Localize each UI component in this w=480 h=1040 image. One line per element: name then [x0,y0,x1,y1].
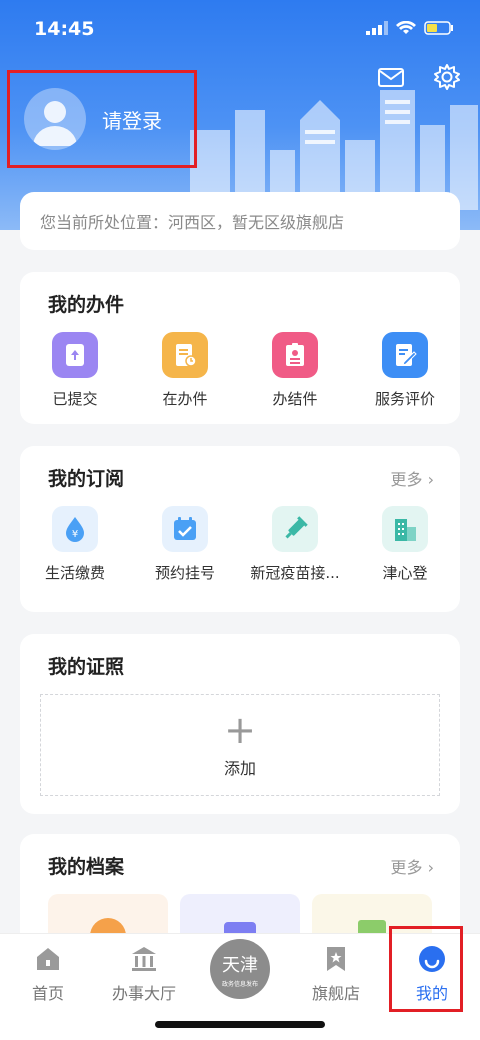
tab-flagship-store[interactable]: 旗舰店 [288,934,384,1014]
building-icon [382,506,428,552]
task-item-submitted[interactable]: 已提交 [20,332,130,409]
tianjin-logo-icon[interactable]: 天津 政务信息发布 [210,939,270,999]
subscription-item-jinxindeng[interactable]: 津心登 [350,506,460,583]
task-item-review[interactable]: 服务评价 [350,332,460,409]
certificates-card: 我的证照 + 添加 [20,634,460,814]
tab-service-hall[interactable]: 办事大厅 [96,934,192,1014]
calendar-check-icon [162,506,208,552]
tab-mine-highlight [389,926,463,1012]
syringe-icon [272,506,318,552]
upload-doc-icon [52,332,98,378]
section-title: 我的档案 [48,856,125,878]
subscription-item-vaccine[interactable]: 新冠疫苗接... [240,506,350,583]
chevron-right-icon: › [427,470,434,489]
home-icon [37,948,59,970]
mail-icon[interactable] [376,62,406,92]
location-bar: 您当前所处位置：河西区，暂无区级旗舰店 [20,192,460,250]
subscriptions-card: 我的订阅 更多 › ¥ 生活缴费 预约挂号 新冠疫苗接... 津心登 [20,446,460,612]
hall-icon [132,947,156,971]
yen-drop-icon: ¥ [52,506,98,552]
my-tasks-card: 我的办件 已提交 在办件 办结件 服务评价 [20,272,460,424]
flagship-store-icon [327,947,345,971]
add-certificate-button[interactable]: + 添加 [40,694,440,796]
battery-icon [424,20,454,39]
task-item-in-progress[interactable]: 在办件 [130,332,240,409]
tab-home[interactable]: 首页 [0,934,96,1014]
avatar [24,88,86,150]
section-title: 我的办件 [48,294,125,316]
more-link[interactable]: 更多 › [390,854,434,878]
badge-doc-icon [272,332,318,378]
gear-icon[interactable] [432,62,462,92]
status-time: 14:45 [34,18,95,40]
section-title: 我的证照 [48,656,125,678]
section-title: 我的订阅 [48,468,125,490]
login-label: 请登录 [102,108,162,133]
wifi-icon [396,20,416,39]
status-bar: 14:45 [0,0,480,60]
plus-icon: + [224,708,256,752]
chevron-right-icon: › [427,858,434,877]
edit-doc-icon [382,332,428,378]
location-text: 您当前所处位置：河西区，暂无区级旗舰店 [40,213,345,232]
city-skyline-illustration [190,90,478,210]
task-item-completed[interactable]: 办结件 [240,332,350,409]
doc-clock-icon [162,332,208,378]
subscription-item-utilities[interactable]: ¥ 生活缴费 [20,506,130,583]
svg-text:¥: ¥ [72,529,78,540]
home-indicator [155,1021,325,1028]
signal-icon [366,20,388,39]
login-entry[interactable]: 请登录 [7,70,197,168]
more-link[interactable]: 更多 › [390,466,434,490]
subscription-item-appointment[interactable]: 预约挂号 [130,506,240,583]
